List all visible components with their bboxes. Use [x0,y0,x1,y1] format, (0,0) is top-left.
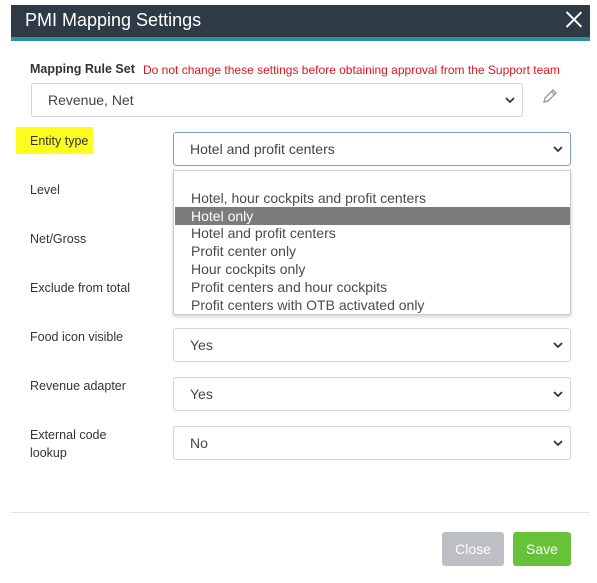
revenue-adapter-label: Revenue adapter [30,379,126,393]
entity-type-dropdown-list: Hotel, hour cockpits and profit centers … [173,170,571,315]
food-icon-visible-value: Yes [190,337,213,353]
chevron-down-icon [553,146,563,153]
exclude-from-total-label: Exclude from total [30,281,131,295]
entity-type-label: Entity type [30,134,89,148]
entity-type-option[interactable]: Profit center only [175,242,570,260]
mapping-rule-warning: Do not change these settings before obta… [143,63,560,77]
mapping-rule-set-label: Mapping Rule Set [30,62,135,76]
entity-type-select[interactable]: Hotel and profit centers [173,132,571,166]
save-button[interactable]: Save [513,532,571,566]
mapping-rule-set-value: Revenue, Net [48,92,134,108]
entity-type-option[interactable]: Hotel, hour cockpits and profit centers [175,189,570,207]
mapping-rule-set-select[interactable]: Revenue, Net [31,83,523,117]
chevron-down-icon [505,97,515,104]
close-icon[interactable] [564,9,584,29]
entity-type-option[interactable]: Profit centers with OTB activated only [175,296,570,314]
chevron-down-icon [553,391,563,398]
dialog-header: PMI Mapping Settings [11,5,590,37]
food-icon-visible-label: Food icon visible [30,330,124,344]
revenue-adapter-value: Yes [190,386,213,402]
level-label: Level [30,183,60,197]
pencil-icon[interactable] [540,86,560,106]
external-code-lookup-value: No [190,435,208,451]
food-icon-visible-select[interactable]: Yes [173,328,571,362]
dialog-title: PMI Mapping Settings [25,10,202,30]
entity-type-value: Hotel and profit centers [190,141,335,157]
external-code-lookup-label-line2: lookup [30,446,67,460]
close-button[interactable]: Close [442,532,504,566]
external-code-lookup-label: External code lookup [30,426,106,462]
external-code-lookup-select[interactable]: No [173,426,571,460]
revenue-adapter-select[interactable]: Yes [173,377,571,411]
footer-divider [11,512,590,513]
chevron-down-icon [553,440,563,447]
entity-type-option-highlighted[interactable]: Hotel only [175,207,570,225]
chevron-down-icon [553,342,563,349]
entity-type-option[interactable]: Hotel and profit centers [175,224,570,242]
entity-type-option[interactable]: Profit centers and hour cockpits [175,278,570,296]
header-accent-bar [11,37,590,41]
entity-type-option[interactable]: Hour cockpits only [175,260,570,278]
external-code-lookup-label-line1: External code [30,428,107,442]
pmi-mapping-settings-dialog: PMI Mapping Settings Mapping Rule Set Do… [0,0,597,583]
net-gross-label: Net/Gross [30,232,87,246]
